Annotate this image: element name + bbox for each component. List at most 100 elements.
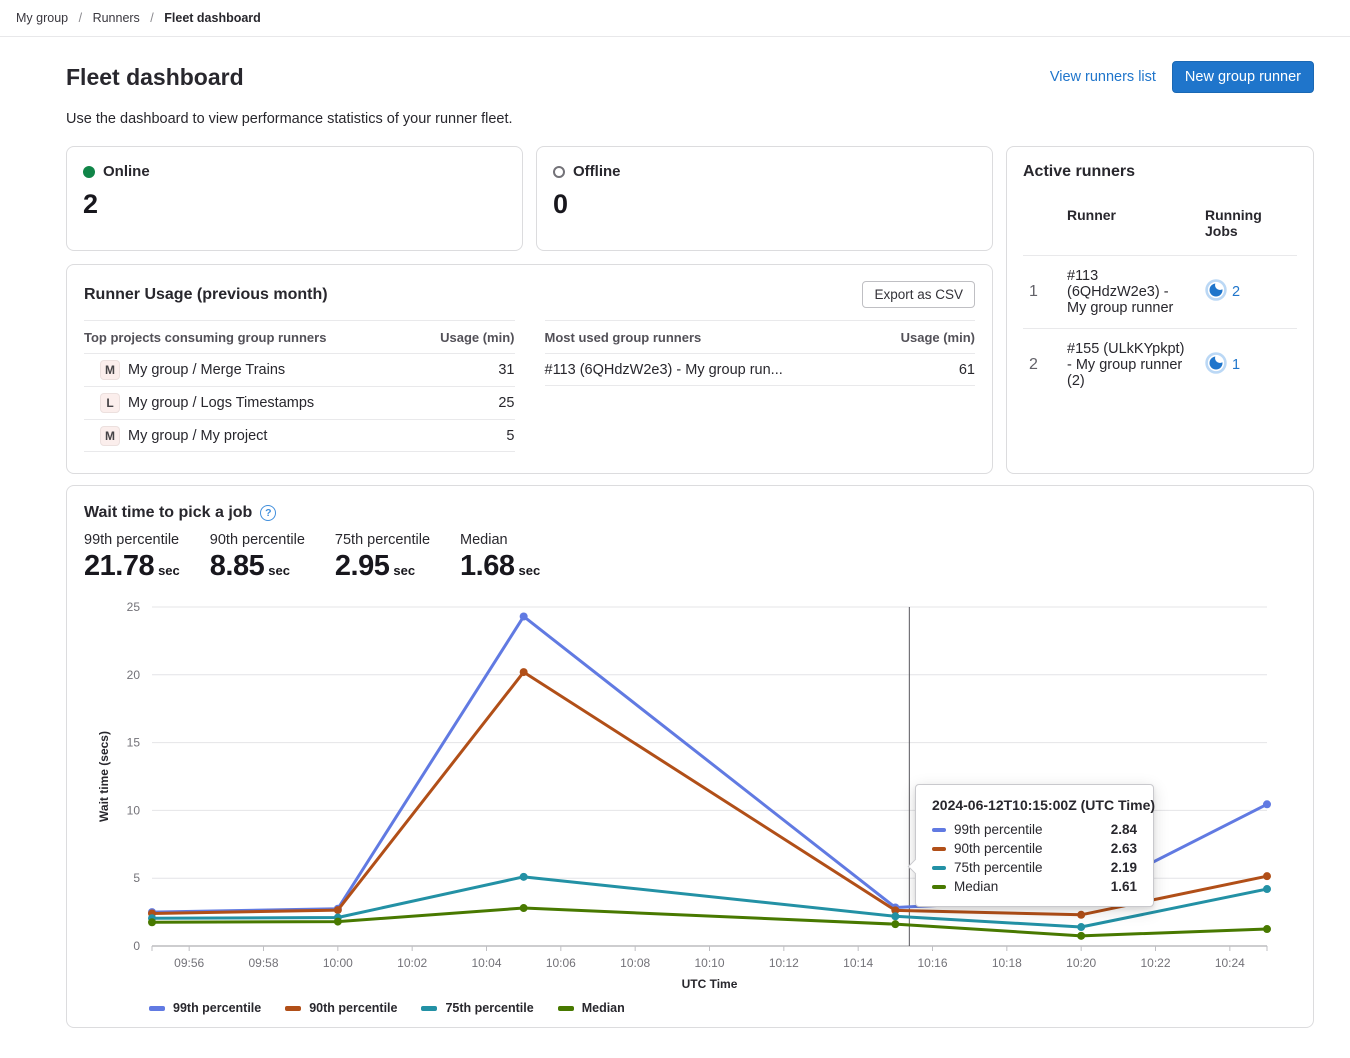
runner-name: #113 (6QHdzW2e3) - My group runner [1067,268,1191,316]
active-runners-title: Active runners [1023,163,1297,181]
tooltip-series-label: 99th percentile [954,822,1103,837]
breadcrumb-separator: / [150,11,153,25]
new-group-runner-button[interactable]: New group runner [1172,61,1314,93]
stat-value: 1.68 [460,550,514,582]
runner-usage-title: Runner Usage (previous month) [84,286,328,304]
online-count: 2 [83,189,506,220]
project-avatar: M [100,360,120,380]
column-header: Usage (min) [901,330,975,345]
table-row: 1 #113 (6QHdzW2e3) - My group runner 2 [1023,256,1297,328]
svg-text:10:18: 10:18 [992,956,1022,970]
tooltip-title: 2024-06-12T10:15:00Z (UTC Time) [932,797,1137,813]
running-status-icon [1205,352,1227,379]
svg-text:10:14: 10:14 [843,956,873,970]
svg-text:10: 10 [127,803,141,817]
project-name: My group / My project [128,428,267,444]
usage-value: 25 [498,395,514,411]
column-header: Runner [1067,207,1191,223]
view-runners-list-link[interactable]: View runners list [1050,69,1156,85]
column-header: Usage (min) [440,330,514,345]
legend-item-75th[interactable]: 75th percentile [421,1001,533,1015]
tooltip-series-value: 1.61 [1111,879,1137,894]
help-icon[interactable]: ? [260,505,276,521]
svg-text:10:02: 10:02 [397,956,427,970]
usage-value: 5 [506,428,514,444]
svg-text:10:08: 10:08 [620,956,650,970]
breadcrumb-my-group[interactable]: My group [16,11,68,25]
legend-label: Median [582,1001,625,1015]
svg-text:0: 0 [133,939,140,953]
stat-label: 99th percentile [84,532,180,548]
legend-item-90th[interactable]: 90th percentile [285,1001,397,1015]
tooltip-series-value: 2.63 [1111,841,1137,856]
svg-text:25: 25 [127,600,141,614]
svg-text:15: 15 [127,736,141,750]
svg-text:09:56: 09:56 [174,956,204,970]
chart-legend: 99th percentile 90th percentile 75th per… [149,1001,1296,1015]
active-runners-card: Active runners Runner Running Jobs 1 #11… [1006,146,1314,474]
stat-99th: 99th percentile 21.78 sec [84,532,180,590]
running-jobs-count[interactable]: 1 [1232,357,1240,373]
svg-text:20: 20 [127,668,141,682]
series-swatch [421,1006,437,1011]
online-label: Online [103,163,150,180]
tooltip-series-value: 2.84 [1111,822,1137,837]
breadcrumb-current: Fleet dashboard [164,11,261,25]
series-swatch [932,866,946,870]
svg-text:10:00: 10:00 [323,956,353,970]
running-jobs-badge[interactable]: 1 [1191,352,1297,379]
stat-90th: 90th percentile 8.85sec [210,532,305,590]
series-swatch [932,847,946,851]
offline-count: 0 [553,189,976,220]
tooltip-row: 75th percentile 2.19 [932,860,1137,875]
svg-text:10:16: 10:16 [917,956,947,970]
stat-value: 21.78 [84,550,154,582]
project-avatar: L [100,393,120,413]
running-jobs-count[interactable]: 2 [1232,284,1240,300]
stat-unit: sec [158,563,180,578]
stat-75th: 75th percentile 2.95sec [335,532,430,590]
runner-name: #155 (ULkKYpkpt) - My group runner (2) [1067,341,1191,389]
page-title: Fleet dashboard [66,64,244,91]
stat-label: 90th percentile [210,532,305,548]
svg-text:10:24: 10:24 [1215,956,1245,970]
row-index: 2 [1023,356,1067,374]
stat-label: 75th percentile [335,532,430,548]
svg-text:10:04: 10:04 [471,956,501,970]
runner-name: #113 (6QHdzW2e3) - My group run... [545,362,783,378]
offline-card: Offline 0 [536,146,993,251]
svg-text:10:10: 10:10 [694,956,724,970]
legend-item-median[interactable]: Median [558,1001,625,1015]
top-projects-table: Top projects consuming group runners Usa… [84,320,515,452]
tooltip-series-label: 90th percentile [954,841,1103,856]
running-status-icon [1205,279,1227,306]
offline-label: Offline [573,163,621,180]
wait-time-title: Wait time to pick a job [84,504,252,522]
column-header: Running Jobs [1191,207,1297,239]
legend-item-99th[interactable]: 99th percentile [149,1001,261,1015]
table-row: M My group / Merge Trains 31 [84,353,515,386]
table-row: L My group / Logs Timestamps 25 [84,386,515,419]
legend-label: 75th percentile [445,1001,533,1015]
svg-text:5: 5 [133,871,140,885]
svg-text:10:12: 10:12 [769,956,799,970]
online-status-icon [83,166,95,178]
svg-text:UTC Time: UTC Time [682,977,738,991]
stat-unit: sec [518,563,540,578]
page-description: Use the dashboard to view performance st… [66,111,1314,127]
project-name: My group / Logs Timestamps [128,395,314,411]
series-swatch [285,1006,301,1011]
running-jobs-badge[interactable]: 2 [1191,279,1297,306]
breadcrumb: My group / Runners / Fleet dashboard [0,0,1350,37]
series-swatch [932,885,946,889]
svg-text:10:06: 10:06 [546,956,576,970]
stat-value: 8.85 [210,550,264,582]
legend-label: 99th percentile [173,1001,261,1015]
stat-value: 2.95 [335,550,389,582]
row-index: 1 [1023,283,1067,301]
online-card: Online 2 [66,146,523,251]
tooltip-row: 90th percentile 2.63 [932,841,1137,856]
breadcrumb-runners[interactable]: Runners [93,11,140,25]
export-csv-button[interactable]: Export as CSV [862,281,975,308]
stat-median: Median 1.68sec [460,532,540,590]
